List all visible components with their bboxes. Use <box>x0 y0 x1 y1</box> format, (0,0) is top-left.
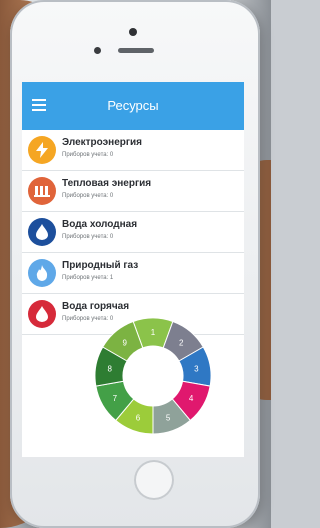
donut-label-6: 6 <box>136 413 141 422</box>
item-meter-count: Приборов учета: 0 <box>62 152 114 158</box>
front-camera <box>129 28 137 36</box>
lightning-icon <box>28 136 56 164</box>
list-item-gas[interactable]: Природный газ Приборов учета: 1 <box>22 253 244 294</box>
item-name: Природный газ <box>62 260 139 271</box>
donut-label-7: 7 <box>113 394 118 403</box>
donut-label-2: 2 <box>179 338 184 347</box>
item-name: Вода холодная <box>62 219 138 230</box>
app-bar: Ресурсы <box>22 82 244 130</box>
donut-label-4: 4 <box>189 394 194 403</box>
donut-label-1: 1 <box>151 328 156 337</box>
item-meter-count: Приборов учета: 0 <box>62 234 114 240</box>
donut-center <box>124 347 182 405</box>
donut-label-8: 8 <box>107 364 112 373</box>
donut-label-5: 5 <box>166 413 171 422</box>
earpiece-speaker <box>118 48 154 53</box>
resource-donut-chart: 1 2 3 4 5 6 7 8 9 <box>94 317 212 435</box>
flame-icon <box>28 259 56 287</box>
item-name: Вода горячая <box>62 301 130 312</box>
donut-label-3: 3 <box>194 364 199 373</box>
donut-label-9: 9 <box>122 338 127 347</box>
page-title: Ресурсы <box>107 98 159 113</box>
item-meter-count: Приборов учета: 1 <box>62 275 114 281</box>
list-item-heat[interactable]: Тепловая энергия Приборов учета: 0 <box>22 171 244 212</box>
home-button[interactable] <box>134 460 174 500</box>
item-name: Электроэнергия <box>62 137 143 148</box>
radiator-icon <box>28 177 56 205</box>
water-drop-icon <box>28 218 56 246</box>
proximity-sensor <box>94 47 101 54</box>
app-screen: Ресурсы Электроэнергия Приборов учета: 0… <box>22 82 244 457</box>
hot-water-drop-icon <box>28 300 56 328</box>
list-item-cold-water[interactable]: Вода холодная Приборов учета: 0 <box>22 212 244 253</box>
list-item-electricity[interactable]: Электроэнергия Приборов учета: 0 <box>22 130 244 171</box>
item-name: Тепловая энергия <box>62 178 152 189</box>
item-meter-count: Приборов учета: 0 <box>62 193 114 199</box>
